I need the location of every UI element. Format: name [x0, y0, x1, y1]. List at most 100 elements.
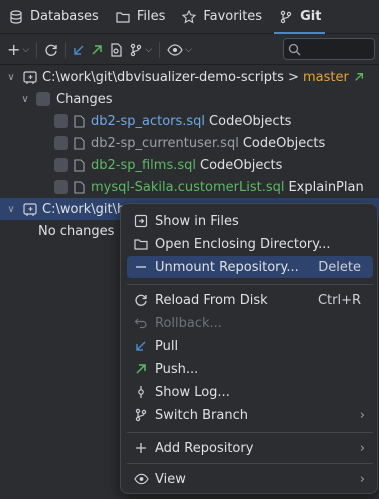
git-branch-icon [131, 43, 142, 56]
show-in-files-icon [133, 213, 149, 229]
minus-icon [133, 259, 149, 275]
menu-item-show-in-files[interactable]: Show in Files [127, 210, 373, 232]
menu-item-show-log[interactable]: Show Log... [127, 381, 373, 403]
log-icon [133, 384, 149, 400]
menu-item-view[interactable]: View › [127, 468, 373, 490]
file-name: mysql-Sakila.customerList.sql [91, 179, 285, 195]
menu-item-add-repository[interactable]: Add Repository › [127, 437, 373, 459]
refresh-icon [45, 44, 57, 56]
menu-separator [127, 463, 373, 464]
eye-icon [133, 471, 149, 487]
menu-item-label: View [155, 471, 186, 487]
repository-path: C:\work\git\h [42, 201, 126, 217]
file-folder: CodeObjects [242, 135, 326, 151]
file-name: db2-sp_actors.sql [91, 113, 206, 129]
menu-item-label: Open Enclosing Directory... [155, 236, 331, 252]
chevron-down-icon[interactable]: ∨ [18, 94, 32, 105]
repository-node[interactable]: ∨ C:\work\git\dbvisualizer-demo-scripts … [0, 66, 379, 88]
tab-files[interactable]: Files [107, 0, 174, 34]
menu-separator [127, 432, 373, 433]
file-name: db2-sp_currentuser.sql [91, 135, 239, 151]
menu-item-label: Unmount Repository... [155, 259, 299, 275]
tab-label: Git [300, 9, 322, 24]
commit-icon [111, 42, 122, 57]
menu-item-label: Show Log... [155, 384, 230, 400]
refresh-button[interactable] [41, 38, 61, 62]
menu-item-push[interactable]: Push... [127, 358, 373, 380]
pull-arrow-icon [133, 338, 149, 354]
tab-favorites[interactable]: Favorites [173, 0, 270, 34]
pull-button[interactable] [70, 38, 88, 62]
folder-icon [133, 236, 149, 252]
repository-icon [22, 69, 38, 85]
menu-separator [127, 284, 373, 285]
menu-item-switch-branch[interactable]: Switch Branch › [127, 404, 373, 426]
menu-item-label: Push... [155, 361, 199, 377]
plus-icon: + [7, 40, 21, 59]
search-input[interactable] [283, 38, 375, 60]
repository-icon [22, 201, 38, 217]
push-arrow-icon [92, 44, 102, 55]
chevron-right-icon: › [359, 440, 365, 456]
menu-item-open-enclosing-directory[interactable]: Open Enclosing Directory... [127, 233, 373, 255]
file-folder: ExplainPlan [288, 179, 364, 195]
git-branch-icon [278, 9, 294, 25]
menu-item-label: Rollback... [155, 315, 222, 331]
tab-git[interactable]: Git [270, 0, 329, 34]
push-arrow-icon [355, 73, 363, 81]
sql-file-icon [74, 114, 85, 128]
context-menu: Show in Files Open Enclosing Directory..… [120, 203, 378, 494]
file-folder: CodeObjects [209, 113, 292, 129]
panel-tab-bar: Databases Files Favorites Git [0, 0, 379, 34]
tab-label: Databases [30, 9, 99, 24]
tab-label: Favorites [203, 9, 263, 24]
no-changes-label: No changes [38, 223, 115, 239]
eye-icon [167, 43, 183, 56]
pull-arrow-icon [74, 44, 84, 55]
toolbar-divider [159, 41, 161, 58]
menu-item-label: Reload From Disk [155, 292, 268, 308]
menu-item-unmount-repository[interactable]: Unmount Repository... Delete [127, 256, 373, 278]
file-checkbox[interactable] [54, 136, 68, 150]
search-icon [288, 43, 301, 55]
sql-file-icon [74, 158, 85, 172]
folder-icon [115, 9, 131, 25]
push-arrow-icon [133, 361, 149, 377]
undo-icon [133, 315, 149, 331]
changed-file-row[interactable]: mysql-Sakila.customerList.sql ExplainPla… [0, 176, 379, 198]
sql-file-icon [74, 180, 85, 194]
file-checkbox[interactable] [54, 158, 68, 172]
changes-checkbox[interactable] [36, 92, 50, 106]
database-icon [8, 9, 24, 25]
star-icon [181, 9, 197, 25]
toolbar-divider [36, 41, 38, 58]
menu-item-shortcut: Ctrl+R [317, 292, 361, 308]
menu-item-reload-from-disk[interactable]: Reload From Disk Ctrl+R [127, 289, 373, 311]
changes-node[interactable]: ∨ Changes [0, 88, 379, 110]
refresh-icon [133, 292, 149, 308]
file-folder: CodeObjects [200, 157, 283, 173]
chevron-down-icon: ⌵ [22, 44, 30, 55]
changed-file-row[interactable]: db2-sp_actors.sql CodeObjects [0, 110, 379, 132]
changed-file-row[interactable]: db2-sp_films.sql CodeObjects [0, 154, 379, 176]
tab-databases[interactable]: Databases [0, 0, 107, 34]
menu-item-rollback[interactable]: Rollback... [127, 312, 373, 334]
chevron-down-icon[interactable]: ∨ [4, 204, 18, 215]
commit-button[interactable] [106, 38, 126, 62]
file-checkbox[interactable] [54, 180, 68, 194]
file-checkbox[interactable] [54, 114, 68, 128]
view-options-button[interactable]: ⌵ [164, 38, 195, 62]
push-button[interactable] [88, 38, 106, 62]
changed-file-row[interactable]: db2-sp_currentuser.sql CodeObjects [0, 132, 379, 154]
changes-label: Changes [56, 91, 113, 107]
menu-item-label: Pull [155, 338, 179, 354]
menu-item-pull[interactable]: Pull [127, 335, 373, 357]
plus-icon [133, 440, 149, 456]
chevron-down-icon[interactable]: ∨ [4, 72, 18, 83]
add-button[interactable]: + ⌵ [4, 38, 32, 62]
menu-item-label: Switch Branch [155, 407, 248, 423]
git-branch-icon [133, 407, 149, 423]
branch-button[interactable]: ⌵ [126, 38, 155, 62]
chevron-right-icon: › [359, 407, 365, 423]
branch-name: master [303, 69, 349, 85]
